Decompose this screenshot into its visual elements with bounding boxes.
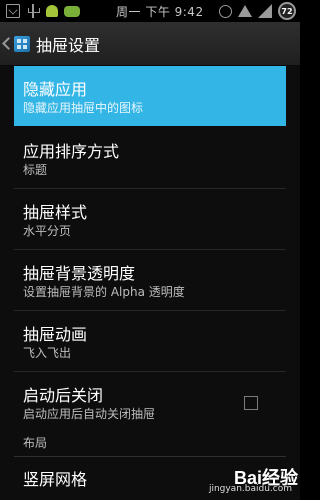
pref-title: 抽屉样式 xyxy=(23,203,88,222)
pref-item-hide-apps[interactable]: 隐藏应用 隐藏应用抽屉中的图标 xyxy=(0,66,300,126)
pref-summary: 水平分页 xyxy=(23,224,72,238)
pref-title: 抽屉动画 xyxy=(23,325,88,344)
pref-title: 应用排序方式 xyxy=(23,142,120,161)
usb-icon xyxy=(26,4,40,18)
pref-summary: 隐藏应用抽屉中的图标 xyxy=(23,101,144,115)
pref-title: 竖屏网格 xyxy=(23,470,88,489)
pref-item-close-after-launch[interactable]: 启动后关闭 启动应用后自动关闭抽屉 xyxy=(0,372,300,432)
pref-title: 启动后关闭 xyxy=(23,386,104,405)
android-icon xyxy=(46,5,58,17)
page-title: 抽屉设置 xyxy=(36,35,101,55)
pref-item-background-alpha[interactable]: 抽屉背景透明度 设置抽屉背景的 Alpha 透明度 xyxy=(0,250,300,310)
status-clock: 周一 下午 9:42 xyxy=(116,5,204,19)
preference-list: 隐藏应用 隐藏应用抽屉中的图标 应用排序方式 标题 抽屉样式 水平分页 抽屉背景… xyxy=(0,66,300,500)
status-bar: 周一 下午 9:42 72 xyxy=(0,0,300,22)
status-icons-left xyxy=(0,0,80,22)
pref-item-drawer-style[interactable]: 抽屉样式 水平分页 xyxy=(0,189,300,249)
watermark-url: jingyan.baidu.com xyxy=(208,484,292,494)
section-header-layout: 布局 xyxy=(23,436,48,450)
pref-title: 隐藏应用 xyxy=(23,80,88,99)
baidu-watermark: Bai经验 jingyan.baidu.com xyxy=(202,462,298,498)
pref-summary: 标题 xyxy=(23,163,48,177)
pref-item-drawer-animation[interactable]: 抽屉动画 飞入飞出 xyxy=(0,311,300,371)
pref-item-sort-order[interactable]: 应用排序方式 标题 xyxy=(0,128,300,188)
section-divider xyxy=(14,456,286,457)
pref-title: 抽屉背景透明度 xyxy=(23,264,136,283)
launcher-app-icon[interactable] xyxy=(14,35,30,52)
pref-summary: 飞入飞出 xyxy=(23,346,72,360)
battery-icon: 72 xyxy=(278,2,296,20)
close-after-launch-checkbox[interactable] xyxy=(244,396,258,410)
action-bar: 抽屉设置 xyxy=(0,22,300,66)
signal-icon xyxy=(258,4,272,18)
pref-summary: 设置抽屉背景的 Alpha 透明度 xyxy=(23,285,185,299)
alarm-icon xyxy=(219,4,232,18)
wifi-icon xyxy=(238,5,252,17)
mail-icon xyxy=(6,4,20,18)
status-icons-right: 72 xyxy=(219,2,296,20)
game-icon xyxy=(64,5,80,17)
pref-summary: 启动应用后自动关闭抽屉 xyxy=(23,407,156,421)
back-chevron-icon[interactable] xyxy=(0,22,14,66)
